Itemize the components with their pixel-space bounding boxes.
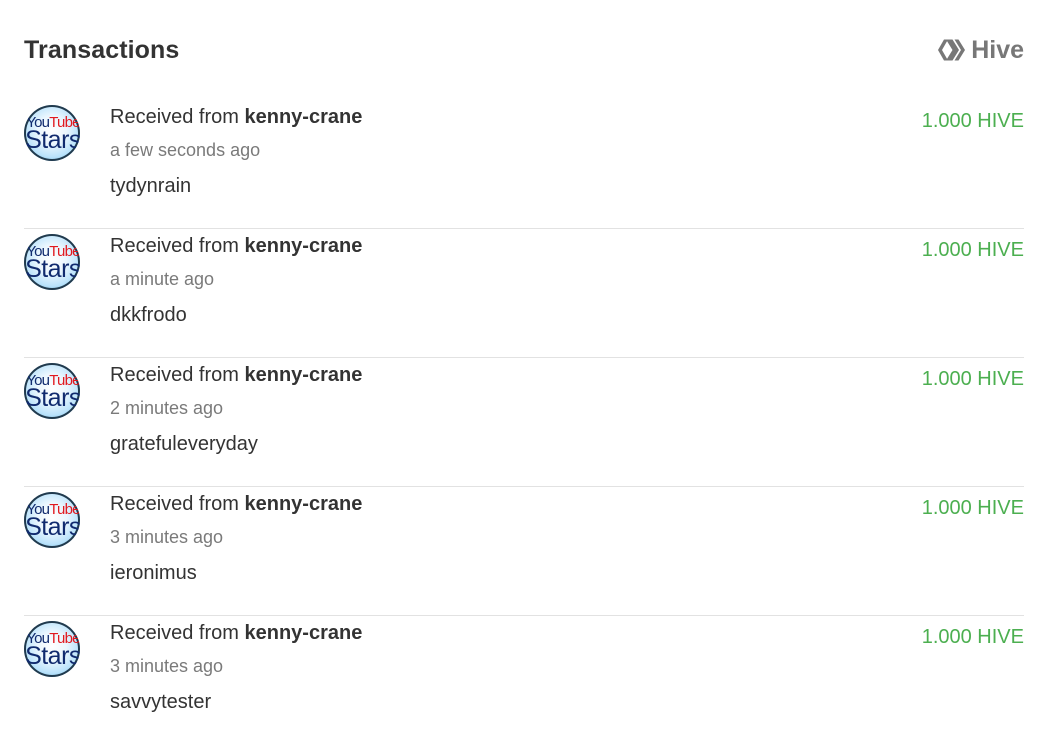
avatar[interactable]: YouTube Stars bbox=[24, 105, 80, 161]
transaction-amount: 1.000 HIVE bbox=[921, 110, 1024, 132]
transaction-memo: savvytester bbox=[110, 691, 212, 713]
transaction-list: YouTube Stars Received from kenny-crane … bbox=[24, 100, 1024, 731]
transaction-title: Received from kenny-crane bbox=[110, 106, 362, 129]
transaction-title: Received from kenny-crane bbox=[110, 364, 362, 387]
transaction-prefix: Received from bbox=[110, 235, 239, 257]
transaction-prefix: Received from bbox=[110, 364, 239, 386]
transaction-title: Received from kenny-crane bbox=[110, 235, 362, 258]
avatar[interactable]: YouTube Stars bbox=[24, 363, 80, 419]
transaction-timestamp: 3 minutes ago bbox=[110, 656, 224, 676]
panel-header: Transactions Hive bbox=[24, 0, 1024, 100]
sender-link[interactable]: kenny-crane bbox=[245, 364, 363, 386]
transaction-timestamp: a minute ago bbox=[110, 269, 215, 289]
transaction-memo: dkkfrodo bbox=[110, 304, 187, 326]
hive-brand-label: Hive bbox=[971, 35, 1024, 64]
transactions-panel: Transactions Hive YouTube Stars Received… bbox=[0, 0, 1051, 731]
avatar[interactable]: YouTube Stars bbox=[24, 621, 80, 677]
transaction-amount: 1.000 HIVE bbox=[921, 626, 1024, 648]
transaction-prefix: Received from bbox=[110, 622, 239, 644]
sender-link[interactable]: kenny-crane bbox=[245, 106, 363, 128]
hive-brand[interactable]: Hive bbox=[938, 36, 1024, 65]
transaction-prefix: Received from bbox=[110, 106, 239, 128]
transaction-title: Received from kenny-crane bbox=[110, 622, 362, 645]
avatar[interactable]: YouTube Stars bbox=[24, 234, 80, 290]
transaction-row: YouTube Stars Received from kenny-crane … bbox=[24, 616, 1024, 731]
transaction-memo: ieronimus bbox=[110, 562, 197, 584]
transaction-row: YouTube Stars Received from kenny-crane … bbox=[24, 229, 1024, 358]
transaction-amount: 1.000 HIVE bbox=[921, 239, 1024, 261]
transaction-row: YouTube Stars Received from kenny-crane … bbox=[24, 358, 1024, 487]
transaction-timestamp: a few seconds ago bbox=[110, 140, 261, 160]
transaction-prefix: Received from bbox=[110, 493, 239, 515]
transaction-title: Received from kenny-crane bbox=[110, 493, 362, 516]
transaction-row: YouTube Stars Received from kenny-crane … bbox=[24, 100, 1024, 229]
transaction-row: YouTube Stars Received from kenny-crane … bbox=[24, 487, 1024, 616]
transaction-memo: tydynrain bbox=[110, 175, 192, 197]
transaction-memo: gratefuleveryday bbox=[110, 433, 258, 455]
hive-logo-icon bbox=[938, 38, 966, 62]
transaction-timestamp: 3 minutes ago bbox=[110, 527, 224, 547]
transaction-amount: 1.000 HIVE bbox=[921, 368, 1024, 390]
transaction-timestamp: 2 minutes ago bbox=[110, 398, 224, 418]
sender-link[interactable]: kenny-crane bbox=[245, 235, 363, 257]
sender-link[interactable]: kenny-crane bbox=[245, 493, 363, 515]
transaction-amount: 1.000 HIVE bbox=[921, 497, 1024, 519]
page-title: Transactions bbox=[24, 35, 180, 64]
sender-link[interactable]: kenny-crane bbox=[245, 622, 363, 644]
avatar[interactable]: YouTube Stars bbox=[24, 492, 80, 548]
